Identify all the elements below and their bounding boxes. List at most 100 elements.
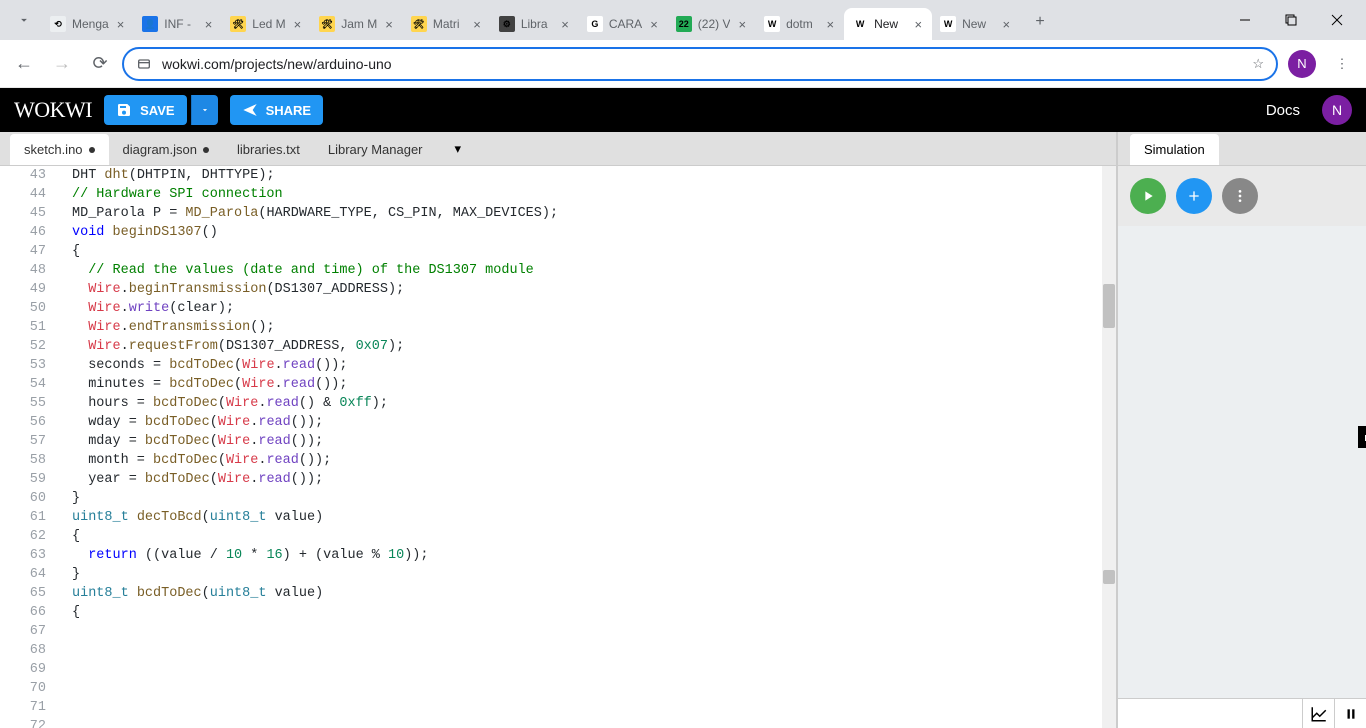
tab-close-icon[interactable]: × bbox=[736, 17, 748, 32]
scrollbar-marker bbox=[1103, 570, 1115, 584]
code-line[interactable]: DHT dht(DHTPIN, DHTTYPE); bbox=[72, 166, 1112, 185]
tab-close-icon[interactable]: × bbox=[559, 17, 571, 32]
tab-title: Matri bbox=[433, 17, 465, 31]
code-line[interactable]: void beginDS1307() bbox=[72, 223, 1112, 242]
code-line[interactable]: month = bcdToDec(Wire.read()); bbox=[72, 451, 1112, 470]
docs-link[interactable]: Docs bbox=[1266, 102, 1300, 119]
code-line[interactable]: { bbox=[72, 242, 1112, 261]
code-line[interactable]: MD_Parola P = MD_Parola(HARDWARE_TYPE, C… bbox=[72, 204, 1112, 223]
tab-favicon: 22 bbox=[676, 16, 692, 32]
file-tab[interactable]: diagram.json bbox=[109, 134, 223, 165]
new-tab-button[interactable]: + bbox=[1026, 8, 1054, 36]
tab-favicon: W bbox=[940, 16, 956, 32]
file-tab-label: sketch.ino bbox=[24, 142, 83, 157]
code-line[interactable]: Wire.write(clear); bbox=[72, 299, 1112, 318]
simulation-canvas[interactable] bbox=[1118, 226, 1366, 698]
line-number: 61 bbox=[0, 508, 46, 527]
browser-menu-button[interactable]: ⋮ bbox=[1326, 48, 1358, 80]
reload-button[interactable]: ⟳ bbox=[84, 48, 116, 80]
code-line[interactable]: Wire.beginTransmission(DS1307_ADDRESS); bbox=[72, 280, 1112, 299]
scrollbar-thumb[interactable] bbox=[1103, 284, 1115, 328]
chart-icon bbox=[1310, 705, 1328, 723]
tab-close-icon[interactable]: × bbox=[115, 17, 127, 32]
code-line[interactable]: uint8_t bcdToDec(uint8_t value) bbox=[72, 584, 1112, 603]
code-line[interactable]: // Hardware SPI connection bbox=[72, 185, 1112, 204]
user-avatar[interactable]: N bbox=[1322, 95, 1352, 125]
code-line[interactable]: minutes = bcdToDec(Wire.read()); bbox=[72, 375, 1112, 394]
close-window-button[interactable] bbox=[1314, 4, 1360, 36]
tab-close-icon[interactable]: × bbox=[471, 17, 483, 32]
code-line[interactable]: // Read the values (date and time) of th… bbox=[72, 261, 1112, 280]
code-line[interactable]: uint8_t decToBcd(uint8_t value) bbox=[72, 508, 1112, 527]
tab-close-icon[interactable]: × bbox=[203, 17, 215, 32]
site-info-icon[interactable] bbox=[136, 56, 152, 72]
wokwi-logo[interactable]: WOKWI bbox=[14, 97, 92, 123]
forward-button[interactable]: → bbox=[46, 48, 78, 80]
browser-tab[interactable]: 🛠Led M× bbox=[222, 8, 311, 40]
code-line[interactable]: mday = bcdToDec(Wire.read()); bbox=[72, 432, 1112, 451]
editor-scrollbar[interactable] bbox=[1102, 166, 1116, 728]
tab-close-icon[interactable]: × bbox=[824, 17, 836, 32]
board-edge-connector[interactable] bbox=[1358, 426, 1366, 448]
code-line[interactable]: return ((value / 10 * 16) + (value % 10)… bbox=[72, 546, 1112, 565]
browser-tab[interactable]: ⚙Libra× bbox=[491, 8, 579, 40]
browser-tab[interactable]: 🛠Matri× bbox=[403, 8, 491, 40]
more-options-button[interactable] bbox=[1222, 178, 1258, 214]
serial-monitor-area[interactable] bbox=[1118, 699, 1302, 728]
address-bar[interactable]: wokwi.com/projects/new/arduino-uno ☆ bbox=[122, 47, 1278, 81]
browser-tab[interactable]: Wdotm× bbox=[756, 8, 844, 40]
chevron-down-icon bbox=[200, 105, 210, 115]
profile-avatar[interactable]: N bbox=[1288, 50, 1316, 78]
tab-close-icon[interactable]: × bbox=[648, 17, 660, 32]
code-line[interactable]: Wire.requestFrom(DS1307_ADDRESS, 0x07); bbox=[72, 337, 1112, 356]
code-line[interactable]: wday = bcdToDec(Wire.read()); bbox=[72, 413, 1112, 432]
line-number: 67 bbox=[0, 622, 46, 641]
line-number: 49 bbox=[0, 280, 46, 299]
tab-search-dropdown[interactable] bbox=[10, 6, 38, 34]
code-line[interactable]: year = bcdToDec(Wire.read()); bbox=[72, 470, 1112, 489]
file-tab[interactable]: Library Manager bbox=[314, 134, 437, 165]
share-icon bbox=[242, 102, 258, 118]
code-line[interactable]: seconds = bcdToDec(Wire.read()); bbox=[72, 356, 1112, 375]
share-button[interactable]: SHARE bbox=[230, 95, 324, 125]
add-part-button[interactable] bbox=[1176, 178, 1212, 214]
browser-tab[interactable]: 👤INF -× bbox=[134, 8, 222, 40]
browser-tab[interactable]: 22(22) V× bbox=[668, 8, 756, 40]
play-button[interactable] bbox=[1130, 178, 1166, 214]
tab-close-icon[interactable]: × bbox=[292, 17, 304, 32]
browser-tab[interactable]: WNew× bbox=[844, 8, 932, 40]
code-line[interactable]: } bbox=[72, 565, 1112, 584]
file-tab-overflow-button[interactable]: ▾ bbox=[445, 133, 472, 165]
browser-tab[interactable]: ⟲Menga× bbox=[42, 8, 134, 40]
code-line[interactable]: { bbox=[72, 527, 1112, 546]
file-tab[interactable]: sketch.ino bbox=[10, 134, 109, 165]
code-line[interactable]: Wire.endTransmission(); bbox=[72, 318, 1112, 337]
line-number: 52 bbox=[0, 337, 46, 356]
file-tabs: sketch.ino diagram.jsonlibraries.txtLibra… bbox=[0, 132, 1116, 166]
editor-panel: sketch.ino diagram.jsonlibraries.txtLibra… bbox=[0, 132, 1118, 728]
browser-tab[interactable]: GCARA× bbox=[579, 8, 668, 40]
save-button[interactable]: SAVE bbox=[104, 95, 186, 125]
file-tab[interactable]: libraries.txt bbox=[223, 134, 314, 165]
code-line[interactable]: { bbox=[72, 603, 1112, 622]
line-number: 60 bbox=[0, 489, 46, 508]
save-dropdown-button[interactable] bbox=[191, 95, 218, 125]
bookmark-star-icon[interactable]: ☆ bbox=[1252, 56, 1264, 72]
tab-close-icon[interactable]: × bbox=[912, 17, 924, 32]
plotter-button[interactable] bbox=[1302, 699, 1334, 728]
code-content[interactable]: DHT dht(DHTPIN, DHTTYPE);// Hardware SPI… bbox=[60, 166, 1116, 728]
browser-tab[interactable]: 🛠Jam M× bbox=[311, 8, 403, 40]
minimize-button[interactable] bbox=[1222, 4, 1268, 36]
code-editor[interactable]: 4344454647484950515253545556575859606162… bbox=[0, 166, 1116, 728]
back-button[interactable]: ← bbox=[8, 48, 40, 80]
share-button-label: SHARE bbox=[266, 103, 312, 118]
maximize-button[interactable] bbox=[1268, 4, 1314, 36]
browser-tab[interactable]: WNew× bbox=[932, 8, 1020, 40]
code-line[interactable]: hours = bcdToDec(Wire.read() & 0xff); bbox=[72, 394, 1112, 413]
tab-favicon: ⟲ bbox=[50, 16, 66, 32]
tab-close-icon[interactable]: × bbox=[1000, 17, 1012, 32]
pause-button[interactable] bbox=[1334, 699, 1366, 728]
code-line[interactable]: } bbox=[72, 489, 1112, 508]
tab-close-icon[interactable]: × bbox=[383, 17, 395, 32]
simulation-tab[interactable]: Simulation bbox=[1130, 134, 1219, 165]
